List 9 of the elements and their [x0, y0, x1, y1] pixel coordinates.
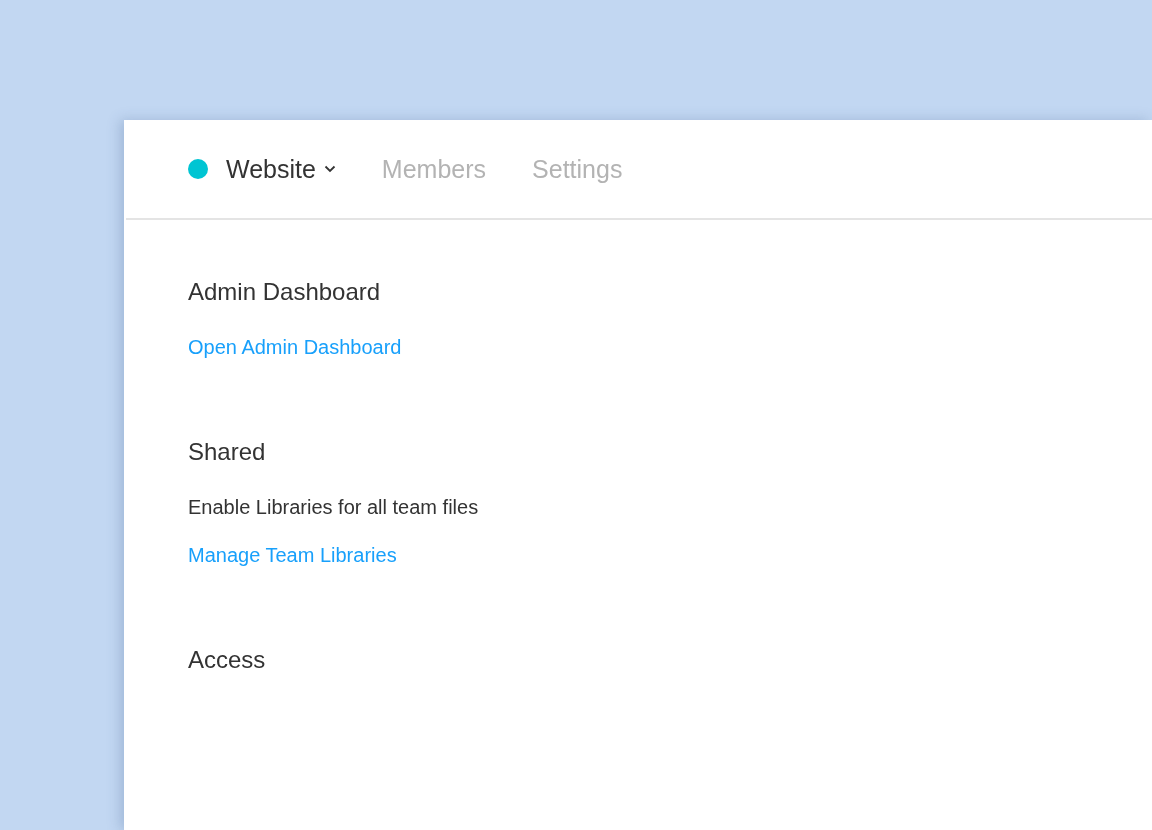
section-title: Admin Dashboard — [188, 277, 381, 307]
tab[interactable]: Settings — [532, 154, 623, 184]
section-title: Shared — [188, 437, 266, 467]
section-title: Access — [188, 645, 266, 675]
link[interactable]: Manage Team Libraries — [188, 540, 397, 570]
tab[interactable]: Members — [381, 154, 487, 184]
tab[interactable]: Website — [226, 154, 336, 184]
link[interactable]: Open Admin Dashboard — [188, 332, 402, 362]
description-text: Enable Libraries for all team files — [188, 495, 479, 520]
